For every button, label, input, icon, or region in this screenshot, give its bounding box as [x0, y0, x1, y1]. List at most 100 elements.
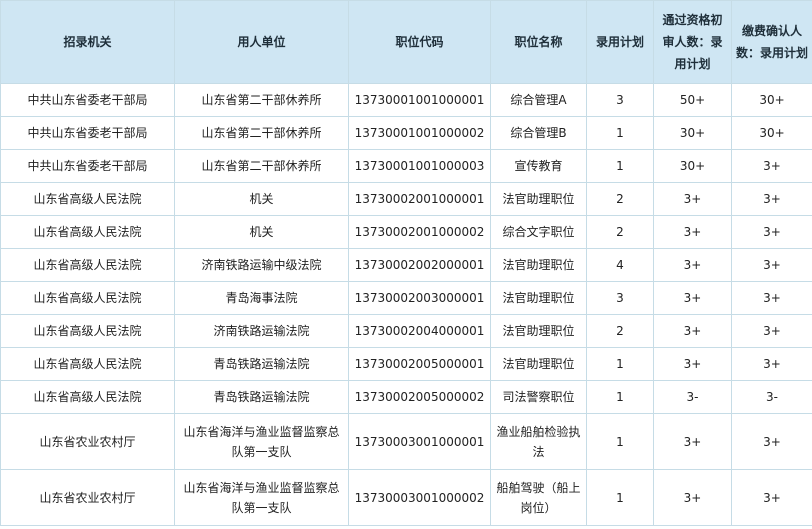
cell-hiring-plan: 1 [586, 469, 654, 526]
cell-qualified-ratio: 3+ [653, 248, 732, 282]
cell-position-name: 宣传教育 [490, 149, 587, 183]
cell-qualified-ratio: 30+ [653, 116, 732, 150]
table-row: 中共山东省委老干部局 山东省第二干部休养所 13730001001000002 … [0, 116, 812, 150]
cell-position-code: 13730001001000001 [348, 83, 491, 117]
cell-qualified-ratio: 3+ [653, 182, 732, 216]
cell-position-code: 13730002005000001 [348, 347, 491, 381]
cell-qualified-ratio: 3+ [653, 281, 732, 315]
cell-employing-unit: 机关 [174, 215, 349, 249]
cell-paid-ratio: 3+ [731, 281, 812, 315]
cell-position-code: 13730002005000002 [348, 380, 491, 414]
cell-recruiting-agency: 山东省高级人民法院 [0, 215, 175, 249]
table-row: 山东省高级人民法院 青岛铁路运输法院 13730002005000001 法官助… [0, 347, 812, 381]
cell-paid-ratio: 30+ [731, 83, 812, 117]
cell-paid-ratio: 3+ [731, 413, 812, 470]
table-header-row: 招录机关 用人单位 职位代码 职位名称 录用计划 通过资格初审人数：录用计划 缴… [0, 0, 812, 84]
cell-qualified-ratio: 3+ [653, 347, 732, 381]
cell-position-code: 13730002001000001 [348, 182, 491, 216]
cell-employing-unit: 山东省海洋与渔业监督监察总队第一支队 [174, 469, 349, 526]
table-row: 中共山东省委老干部局 山东省第二干部休养所 13730001001000003 … [0, 149, 812, 183]
header-position-name: 职位名称 [490, 0, 587, 84]
cell-recruiting-agency: 山东省高级人民法院 [0, 182, 175, 216]
cell-recruiting-agency: 山东省农业农村厅 [0, 413, 175, 470]
cell-hiring-plan: 3 [586, 281, 654, 315]
cell-position-name: 渔业船舶检验执法 [490, 413, 587, 470]
cell-employing-unit: 山东省第二干部休养所 [174, 83, 349, 117]
cell-employing-unit: 山东省第二干部休养所 [174, 149, 349, 183]
cell-hiring-plan: 2 [586, 215, 654, 249]
cell-position-code: 13730002003000001 [348, 281, 491, 315]
cell-employing-unit: 机关 [174, 182, 349, 216]
cell-position-name: 综合文字职位 [490, 215, 587, 249]
table-row: 山东省高级人民法院 青岛铁路运输法院 13730002005000002 司法警… [0, 380, 812, 414]
cell-position-code: 13730003001000002 [348, 469, 491, 526]
cell-qualified-ratio: 3+ [653, 314, 732, 348]
cell-position-code: 13730002001000002 [348, 215, 491, 249]
cell-recruiting-agency: 中共山东省委老干部局 [0, 83, 175, 117]
table-row: 山东省农业农村厅 山东省海洋与渔业监督监察总队第一支队 137300030010… [0, 413, 812, 470]
cell-hiring-plan: 1 [586, 380, 654, 414]
cell-employing-unit: 济南铁路运输中级法院 [174, 248, 349, 282]
cell-hiring-plan: 2 [586, 314, 654, 348]
cell-position-name: 法官助理职位 [490, 314, 587, 348]
recruitment-table: 招录机关 用人单位 职位代码 职位名称 录用计划 通过资格初审人数：录用计划 缴… [0, 0, 812, 526]
cell-paid-ratio: 30+ [731, 116, 812, 150]
table-row: 山东省高级人民法院 机关 13730002001000001 法官助理职位 2 … [0, 182, 812, 216]
cell-position-code: 13730003001000001 [348, 413, 491, 470]
cell-recruiting-agency: 山东省高级人民法院 [0, 281, 175, 315]
table-row: 山东省农业农村厅 山东省海洋与渔业监督监察总队第一支队 137300030010… [0, 469, 812, 526]
cell-position-name: 船舶驾驶（船上岗位） [490, 469, 587, 526]
cell-employing-unit: 青岛海事法院 [174, 281, 349, 315]
table-row: 中共山东省委老干部局 山东省第二干部休养所 13730001001000001 … [0, 83, 812, 117]
cell-employing-unit: 济南铁路运输法院 [174, 314, 349, 348]
cell-recruiting-agency: 山东省高级人民法院 [0, 314, 175, 348]
cell-paid-ratio: 3- [731, 380, 812, 414]
cell-paid-ratio: 3+ [731, 248, 812, 282]
cell-qualified-ratio: 3+ [653, 413, 732, 470]
table-row: 山东省高级人民法院 机关 13730002001000002 综合文字职位 2 … [0, 215, 812, 249]
cell-recruiting-agency: 山东省高级人民法院 [0, 347, 175, 381]
cell-employing-unit: 青岛铁路运输法院 [174, 347, 349, 381]
cell-recruiting-agency: 中共山东省委老干部局 [0, 116, 175, 150]
cell-position-name: 法官助理职位 [490, 182, 587, 216]
header-hiring-plan: 录用计划 [586, 0, 654, 84]
cell-qualified-ratio: 3+ [653, 469, 732, 526]
cell-position-code: 13730001001000003 [348, 149, 491, 183]
cell-hiring-plan: 1 [586, 116, 654, 150]
header-recruiting-agency: 招录机关 [0, 0, 175, 84]
table-row: 山东省高级人民法院 济南铁路运输法院 13730002004000001 法官助… [0, 314, 812, 348]
cell-position-name: 法官助理职位 [490, 347, 587, 381]
cell-employing-unit: 山东省海洋与渔业监督监察总队第一支队 [174, 413, 349, 470]
cell-position-name: 综合管理B [490, 116, 587, 150]
cell-position-code: 13730001001000002 [348, 116, 491, 150]
cell-position-name: 司法警察职位 [490, 380, 587, 414]
cell-hiring-plan: 3 [586, 83, 654, 117]
cell-paid-ratio: 3+ [731, 469, 812, 526]
cell-qualified-ratio: 50+ [653, 83, 732, 117]
header-paid-ratio: 缴费确认人数：录用计划 [731, 0, 812, 84]
cell-position-code: 13730002002000001 [348, 248, 491, 282]
cell-recruiting-agency: 山东省高级人民法院 [0, 380, 175, 414]
cell-hiring-plan: 1 [586, 413, 654, 470]
cell-paid-ratio: 3+ [731, 215, 812, 249]
cell-qualified-ratio: 3- [653, 380, 732, 414]
cell-employing-unit: 山东省第二干部休养所 [174, 116, 349, 150]
cell-position-name: 综合管理A [490, 83, 587, 117]
header-position-code: 职位代码 [348, 0, 491, 84]
cell-position-name: 法官助理职位 [490, 281, 587, 315]
table-row: 山东省高级人民法院 青岛海事法院 13730002003000001 法官助理职… [0, 281, 812, 315]
cell-hiring-plan: 4 [586, 248, 654, 282]
cell-hiring-plan: 2 [586, 182, 654, 216]
cell-paid-ratio: 3+ [731, 314, 812, 348]
cell-recruiting-agency: 山东省高级人民法院 [0, 248, 175, 282]
header-employing-unit: 用人单位 [174, 0, 349, 84]
cell-position-code: 13730002004000001 [348, 314, 491, 348]
cell-recruiting-agency: 山东省农业农村厅 [0, 469, 175, 526]
cell-hiring-plan: 1 [586, 347, 654, 381]
cell-hiring-plan: 1 [586, 149, 654, 183]
cell-qualified-ratio: 3+ [653, 215, 732, 249]
cell-paid-ratio: 3+ [731, 149, 812, 183]
table-row: 山东省高级人民法院 济南铁路运输中级法院 13730002002000001 法… [0, 248, 812, 282]
cell-recruiting-agency: 中共山东省委老干部局 [0, 149, 175, 183]
cell-qualified-ratio: 30+ [653, 149, 732, 183]
